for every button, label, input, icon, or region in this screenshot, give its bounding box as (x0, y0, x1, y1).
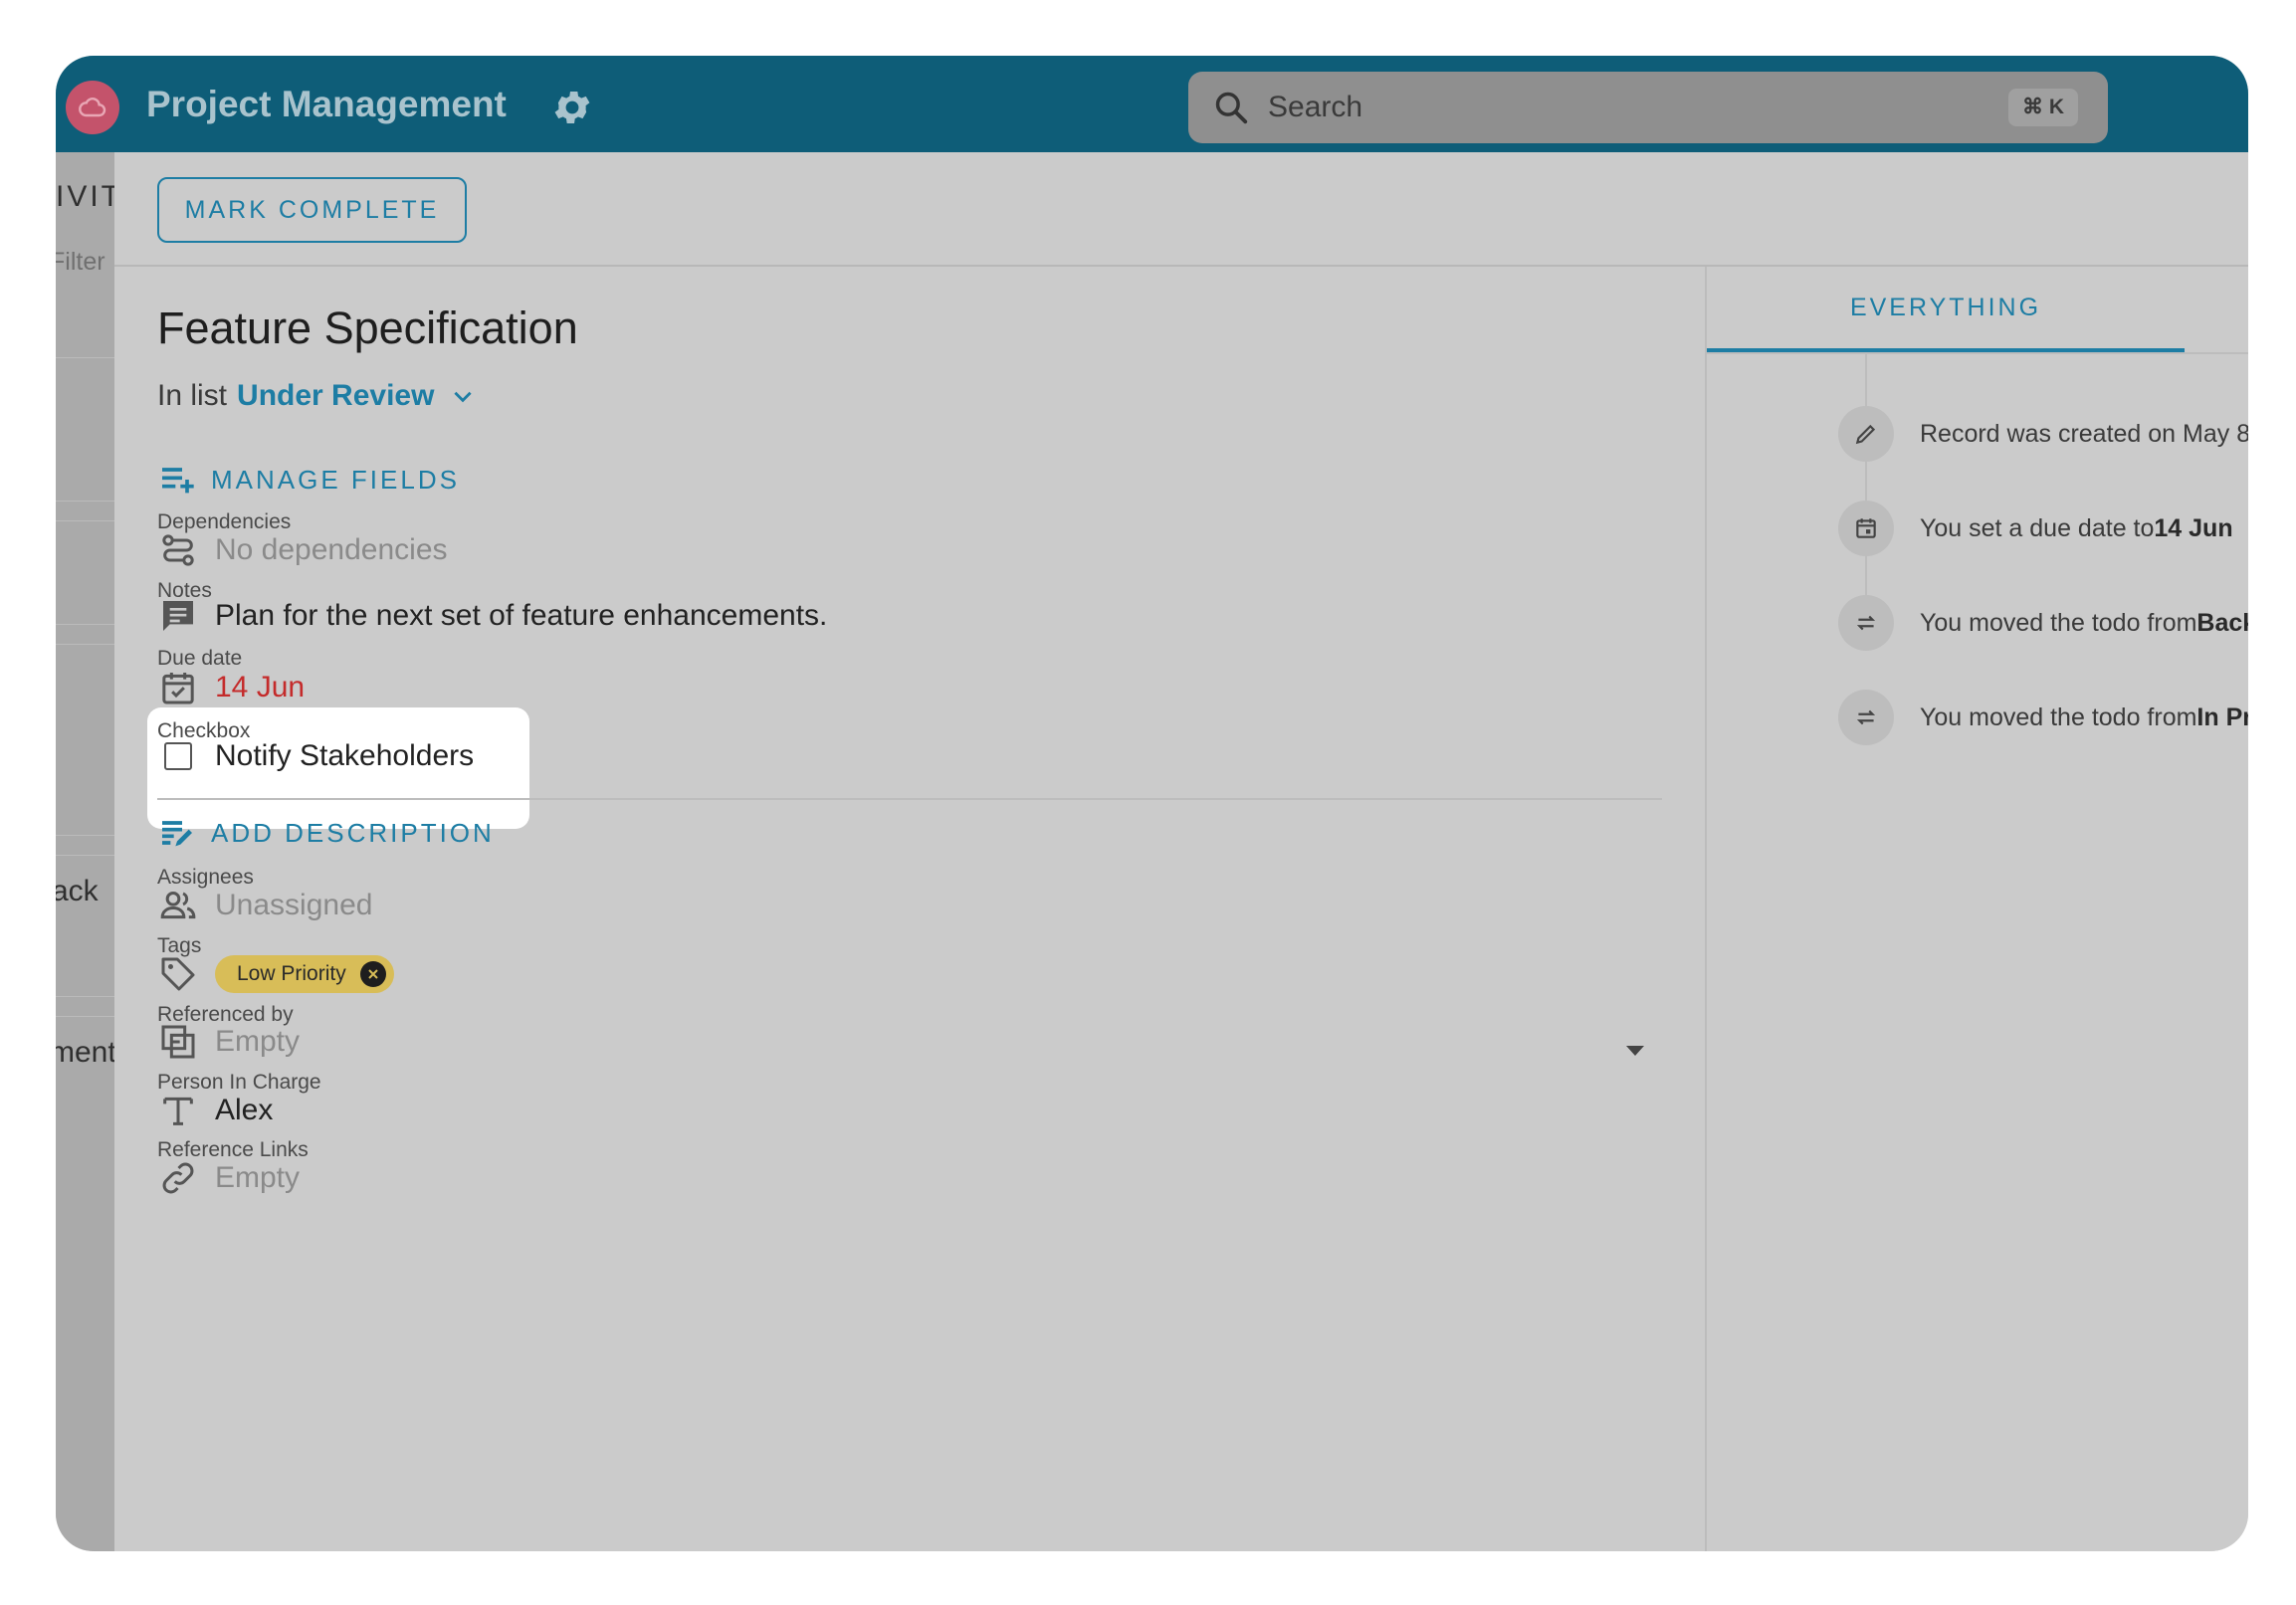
pencil-icon (1838, 406, 1894, 462)
search-placeholder: Search (1268, 91, 1363, 123)
activity-text: You set a due date to (1920, 513, 2155, 542)
background-fragment: ment (56, 1036, 116, 1069)
activity-bold: In Pro (2196, 702, 2248, 731)
notes-icon (157, 595, 199, 637)
manage-fields-button[interactable]: MANAGE FIELDS (157, 460, 460, 500)
checkbox-field[interactable]: Notify Stakeholders (157, 735, 474, 777)
assignees-field[interactable]: Unassigned (157, 885, 372, 926)
chevron-down-icon[interactable] (450, 383, 476, 409)
tag-icon (157, 953, 199, 995)
add-description-label: ADD DESCRIPTION (211, 817, 495, 848)
gear-icon[interactable] (550, 86, 594, 129)
reference-links-field[interactable]: Empty (157, 1157, 300, 1199)
text-type-icon (157, 1090, 199, 1131)
app-window: Project Management Search ⌘ K IVIT Filte… (56, 56, 2248, 1551)
reference-icon (157, 1021, 199, 1063)
record-fields-column: Feature Specification In list Under Revi… (114, 267, 1705, 1551)
close-icon[interactable] (359, 961, 386, 987)
checkbox-unchecked-icon[interactable] (164, 742, 192, 770)
calendar-icon (1838, 501, 1894, 556)
swap-icon (1838, 690, 1894, 745)
notes-field[interactable]: Plan for the next set of feature enhance… (157, 595, 827, 637)
cloud-logo-icon[interactable] (66, 81, 119, 134)
tag-chip-label: Low Priority (237, 962, 346, 985)
app-title: Project Management (146, 84, 507, 124)
activity-text: Record was created on May 8 · (1920, 419, 2248, 448)
list-selector[interactable]: In list Under Review (157, 379, 476, 413)
dropdown-caret-icon[interactable] (1626, 1046, 1644, 1056)
due-date-value: 14 Jun (215, 671, 306, 703)
record-detail-panel: MARK COMPLETE Feature Specification In l… (114, 152, 2248, 1551)
assignees-value: Unassigned (215, 889, 373, 921)
background-fragment: Filter (56, 248, 105, 276)
swap-icon (1838, 595, 1894, 651)
activity-item: Record was created on May 8 · (1838, 406, 2248, 462)
search-input[interactable]: Search ⌘ K (1188, 72, 2108, 143)
referenced-by-value: Empty (215, 1025, 301, 1058)
calendar-check-icon (157, 667, 199, 708)
top-bar: Project Management Search ⌘ K (56, 56, 2248, 152)
add-description-button[interactable]: ADD DESCRIPTION (157, 813, 495, 853)
record-toolbar: MARK COMPLETE (114, 152, 2248, 267)
checkbox-input[interactable] (157, 735, 199, 777)
timeline-line (1865, 354, 1867, 633)
activity-item: You moved the todo from In Pro (1838, 690, 2248, 745)
activity-bold: 14 Jun (2154, 513, 2233, 542)
due-date-field[interactable]: 14 Jun (157, 667, 305, 708)
search-shortcut-badge: ⌘ K (2008, 89, 2078, 126)
people-icon (157, 885, 199, 926)
dependencies-value: No dependencies (215, 533, 448, 566)
manage-fields-label: MANAGE FIELDS (211, 464, 460, 495)
dependencies-icon (157, 529, 199, 571)
link-icon (157, 1157, 199, 1199)
in-list-label: In list (157, 379, 228, 412)
activity-item: You moved the todo from Back (1838, 595, 2248, 651)
background-sidebar: IVIT Filter ack ment (56, 152, 119, 1551)
record-title[interactable]: Feature Specification (157, 302, 578, 354)
tab-everything[interactable]: EVERYTHING (1707, 267, 2185, 352)
activity-bold: Back (2196, 608, 2248, 637)
activity-tabs: EVERYTHING (1707, 267, 2248, 354)
activity-text: You moved the todo from (1920, 702, 2197, 731)
playlist-add-icon (162, 468, 194, 494)
notes-value: Plan for the next set of feature enhance… (215, 599, 828, 632)
mark-complete-button[interactable]: MARK COMPLETE (157, 177, 467, 243)
checkbox-value[interactable]: Notify Stakeholders (215, 739, 474, 773)
tag-chip[interactable]: Low Priority (215, 955, 394, 993)
referenced-by-field[interactable]: Empty (157, 1021, 300, 1063)
activity-column: EVERYTHING Record was created on May 8 ·… (1705, 267, 2248, 1551)
search-icon (1212, 89, 1250, 126)
background-fragment: IVIT (56, 180, 123, 213)
background-fragment: ack (56, 875, 99, 907)
activity-item: You set a due date to 14 Jun c (1838, 501, 2248, 556)
person-in-charge-field[interactable]: Alex (157, 1090, 273, 1131)
section-divider (157, 798, 1662, 800)
person-in-charge-value: Alex (215, 1094, 274, 1126)
edit-note-icon (162, 821, 192, 847)
list-name[interactable]: Under Review (237, 379, 434, 413)
reference-links-value: Empty (215, 1161, 301, 1194)
dependencies-field[interactable]: No dependencies (157, 529, 448, 571)
tags-field[interactable]: Low Priority (157, 953, 394, 995)
activity-text: You moved the todo from (1920, 608, 2197, 637)
